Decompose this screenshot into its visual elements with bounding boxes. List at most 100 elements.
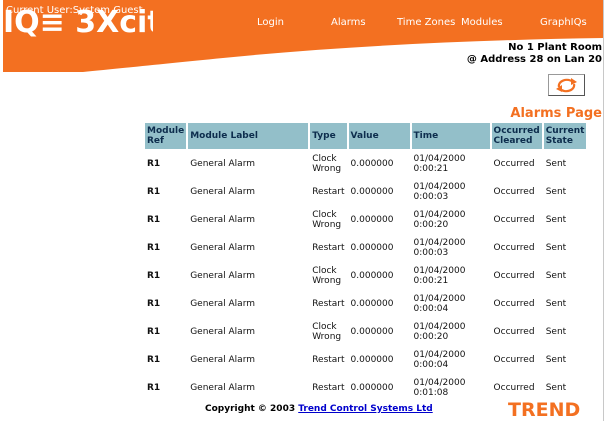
company-link[interactable]: Trend Control Systems Ltd — [298, 404, 432, 414]
cell-module-ref: R1 — [147, 355, 161, 365]
nav-time-zones[interactable]: Time Zones — [397, 17, 455, 28]
table-header-row: Module Ref Module Label Type Value Time … — [145, 123, 587, 149]
iq3xcite-logo: IQ≡ 3Xcite — [3, 5, 153, 40]
refresh-icon — [556, 78, 577, 93]
col-module-label: Module Label — [188, 123, 309, 149]
cell-module-label: General Alarm — [190, 299, 255, 309]
cell-module-label: General Alarm — [190, 383, 255, 393]
cell-value: 0.000000 — [350, 187, 394, 197]
cell-module-ref: R1 — [147, 187, 161, 197]
table-row: R1 General Alarm Restart 0.000000 01/04/… — [145, 235, 586, 261]
cell-occurred: Occurred — [493, 187, 535, 197]
col-type: Type — [310, 123, 347, 149]
cell-value: 0.000000 — [350, 243, 394, 253]
cell-module-ref: R1 — [147, 271, 161, 281]
cell-time: 01/04/2000 0:00:04 — [413, 294, 466, 314]
col-module-ref: Module Ref — [145, 123, 187, 149]
cell-occurred: Occurred — [493, 215, 535, 225]
cell-occurred: Occurred — [493, 271, 535, 281]
cell-time: 01/04/2000 0:00:21 — [413, 266, 466, 286]
cell-value: 0.000000 — [350, 383, 394, 393]
site-address: @ Address 28 on Lan 20 — [466, 54, 602, 65]
cell-value: 0.000000 — [350, 327, 394, 337]
col-current-state: Current State — [543, 123, 587, 149]
cell-value: 0.000000 — [350, 215, 394, 225]
cell-occurred: Occurred — [493, 355, 535, 365]
cell-state: Sent — [545, 215, 567, 225]
cell-module-ref: R1 — [147, 215, 161, 225]
cell-value: 0.000000 — [350, 159, 394, 169]
cell-state: Sent — [545, 243, 567, 253]
cell-state: Sent — [545, 187, 567, 197]
cell-time: 01/04/2000 0:00:04 — [413, 350, 466, 370]
footer-copyright: Copyright © 2003 Trend Control Systems L… — [205, 404, 433, 414]
logo-text: IQ≡ 3Xcite — [3, 5, 153, 40]
trend-logo: TREND — [508, 399, 580, 419]
cell-state: Sent — [545, 327, 567, 337]
cell-value: 0.000000 — [350, 299, 394, 309]
table-row: R1 General Alarm Restart 0.000000 01/04/… — [145, 179, 586, 205]
table-row: R1 General Alarm Clock Wrong 0.000000 01… — [145, 319, 586, 345]
cell-module-ref: R1 — [147, 243, 161, 253]
nav-modules[interactable]: Modules — [461, 17, 503, 28]
cell-state: Sent — [545, 299, 567, 309]
cell-time: 01/04/2000 0:00:03 — [413, 238, 466, 258]
cell-module-ref: R1 — [147, 159, 161, 169]
table-row: R1 General Alarm Restart 0.000000 01/04/… — [145, 291, 586, 317]
trend-logo-text: TREND — [508, 399, 580, 419]
cell-occurred: Occurred — [493, 383, 535, 393]
table-row: R1 General Alarm Clock Wrong 0.000000 01… — [145, 151, 586, 177]
cell-module-label: General Alarm — [190, 355, 255, 365]
cell-type: Restart — [312, 243, 345, 253]
cell-module-ref: R1 — [147, 327, 161, 337]
cell-time: 01/04/2000 0:00:20 — [413, 322, 466, 342]
table-row: R1 General Alarm Clock Wrong 0.000000 01… — [145, 263, 586, 289]
cell-occurred: Occurred — [493, 299, 535, 309]
cell-module-label: General Alarm — [190, 159, 255, 169]
alarms-table: Module Ref Module Label Type Value Time … — [143, 121, 588, 403]
cell-state: Sent — [545, 271, 567, 281]
cell-module-label: General Alarm — [190, 187, 255, 197]
cell-time: 01/04/2000 0:01:08 — [413, 378, 466, 398]
col-value: Value — [348, 123, 410, 149]
cell-state: Sent — [545, 383, 567, 393]
cell-module-ref: R1 — [147, 299, 161, 309]
table-row: R1 General Alarm Clock Wrong 0.000000 01… — [145, 207, 586, 233]
cell-module-label: General Alarm — [190, 215, 255, 225]
cell-module-ref: R1 — [147, 383, 161, 393]
table-row: R1 General Alarm Restart 0.000000 01/04/… — [145, 375, 586, 401]
cell-occurred: Occurred — [493, 243, 535, 253]
cell-type: Clock Wrong — [312, 266, 342, 286]
cell-state: Sent — [545, 159, 567, 169]
cell-time: 01/04/2000 0:00:03 — [413, 182, 466, 202]
col-occurred-cleared: Occurred Cleared — [491, 123, 542, 149]
page-title: Alarms Page — [510, 106, 602, 121]
cell-occurred: Occurred — [493, 159, 535, 169]
nav-alarms[interactable]: Alarms — [331, 17, 366, 28]
right-frame-border — [603, 0, 604, 421]
cell-type: Restart — [312, 383, 345, 393]
cell-type: Restart — [312, 355, 345, 365]
site-name: No 1 Plant Room — [508, 42, 602, 53]
table-row: R1 General Alarm Restart 0.000000 01/04/… — [145, 347, 586, 373]
cell-module-label: General Alarm — [190, 327, 255, 337]
cell-module-label: General Alarm — [190, 243, 255, 253]
cell-type: Clock Wrong — [312, 322, 342, 342]
copyright-text: Copyright © 2003 — [205, 404, 299, 414]
cell-module-label: General Alarm — [190, 271, 255, 281]
nav-graphiqs[interactable]: GraphIQs — [540, 17, 587, 28]
cell-type: Clock Wrong — [312, 210, 342, 230]
cell-value: 0.000000 — [350, 271, 394, 281]
nav-login[interactable]: Login — [257, 17, 284, 28]
cell-value: 0.000000 — [350, 355, 394, 365]
refresh-button[interactable] — [548, 74, 585, 96]
cell-time: 01/04/2000 0:00:20 — [413, 210, 466, 230]
cell-type: Restart — [312, 299, 345, 309]
cell-type: Restart — [312, 187, 345, 197]
cell-state: Sent — [545, 355, 567, 365]
site-info: No 1 Plant Room @ Address 28 on Lan 20 — [467, 42, 602, 66]
cell-time: 01/04/2000 0:00:21 — [413, 154, 466, 174]
col-time: Time — [411, 123, 490, 149]
cell-type: Clock Wrong — [312, 154, 342, 174]
cell-occurred: Occurred — [493, 327, 535, 337]
